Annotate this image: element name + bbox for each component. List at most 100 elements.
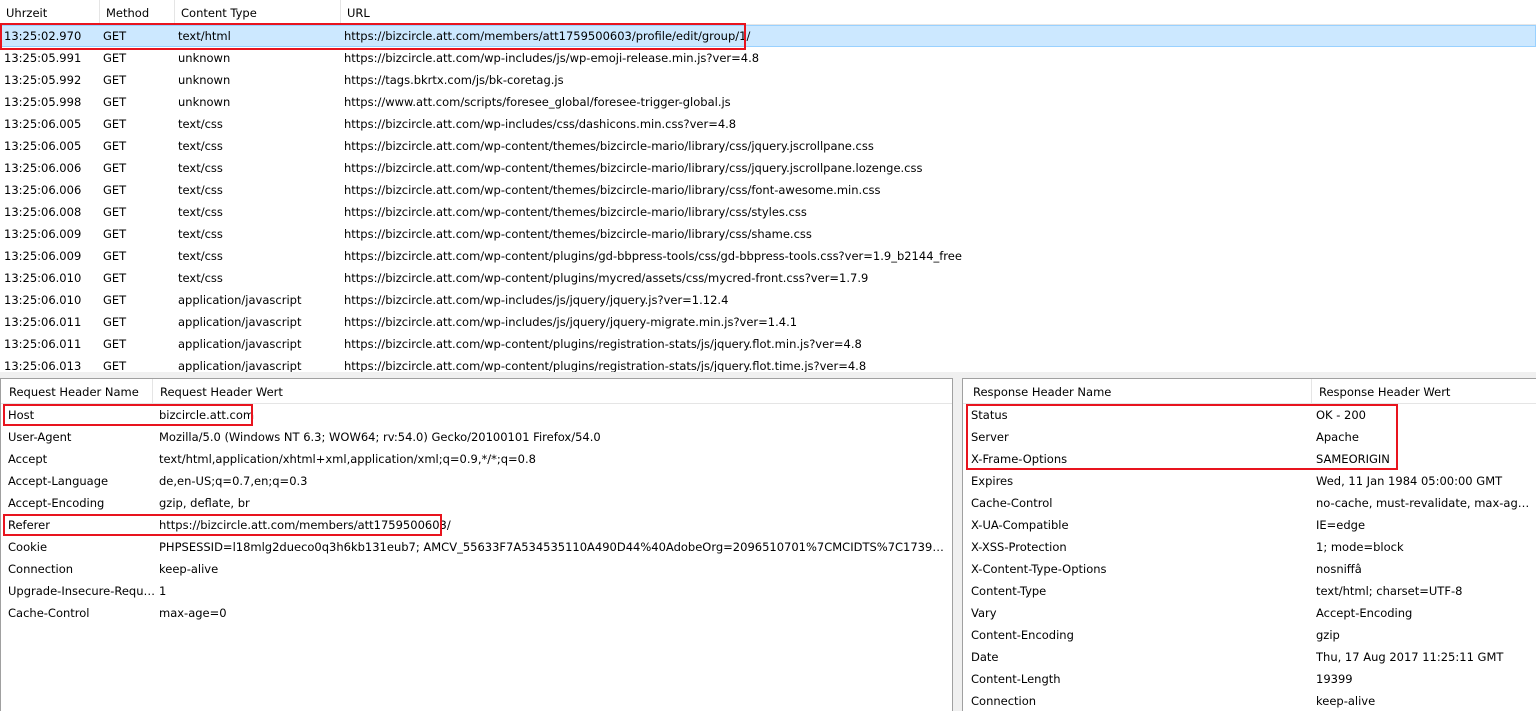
- request-row[interactable]: 13:25:06.005 GET text/css https://bizcircle…: [0, 135, 1536, 157]
- response-header-row[interactable]: Expires Wed, 11 Jan 1984 05:00:00 GMT: [963, 470, 1536, 492]
- response-header-row[interactable]: X-Content-Type-Options nosniffâ: [963, 558, 1536, 580]
- request-time: 13:25:06.008: [4, 205, 82, 219]
- request-header-name: Accept-Language: [8, 474, 109, 488]
- response-header-name: Date: [971, 650, 999, 664]
- request-header-name: Referer: [8, 518, 50, 532]
- request-url: https://bizcircle.att.com/wp-content/the…: [344, 139, 874, 153]
- request-header-name: Host: [8, 408, 35, 422]
- request-content-type: application/javascript: [178, 315, 302, 329]
- response-header-row[interactable]: Date Thu, 17 Aug 2017 11:25:11 GMT: [963, 646, 1536, 668]
- request-time: 13:25:06.006: [4, 161, 82, 175]
- request-content-type: unknown: [178, 73, 231, 87]
- response-header-name: Status: [971, 408, 1008, 422]
- request-row[interactable]: 13:25:06.011 GET application/javascript htt…: [0, 311, 1536, 333]
- column-header-response-header-name[interactable]: Response Header Name: [963, 379, 1312, 403]
- request-content-type: text/css: [178, 139, 223, 153]
- vertical-splitter[interactable]: [953, 378, 962, 711]
- response-header-name: X-XSS-Protection: [971, 540, 1067, 554]
- request-url: https://bizcircle.att.com/wp-content/the…: [344, 183, 881, 197]
- request-content-type: unknown: [178, 51, 231, 65]
- request-header-row[interactable]: Accept-Encoding gzip, deflate, br: [1, 492, 952, 514]
- request-url: https://bizcircle.att.com/wp-content/plu…: [344, 337, 862, 351]
- response-header-name: Content-Length: [971, 672, 1061, 686]
- request-method: GET: [103, 249, 127, 263]
- request-time: 13:25:06.009: [4, 249, 82, 263]
- column-header-response-header-value[interactable]: Response Header Wert: [1312, 379, 1536, 403]
- column-header-request-header-value[interactable]: Request Header Wert: [153, 379, 952, 403]
- request-time: 13:25:05.991: [4, 51, 82, 65]
- response-header-row[interactable]: X-UA-Compatible IE=edge: [963, 514, 1536, 536]
- request-time: 13:25:05.992: [4, 73, 82, 87]
- request-header-row[interactable]: Cookie PHPSESSID=l18mlg2dueco0q3h6kb131eu…: [1, 536, 952, 558]
- column-header-method[interactable]: Method: [100, 0, 175, 24]
- column-header-url[interactable]: URL: [341, 0, 1536, 24]
- request-time: 13:25:02.970: [4, 29, 82, 43]
- request-row[interactable]: 13:25:05.992 GET unknown https://tags.bkrtx…: [0, 69, 1536, 91]
- request-header-row[interactable]: Accept-Language de,en-US;q=0.7,en;q=0.3: [1, 470, 952, 492]
- request-row[interactable]: 13:25:02.970 GET text/html https://bizcircl…: [0, 25, 1536, 47]
- response-header-name: Content-Type: [971, 584, 1047, 598]
- request-header-row[interactable]: Host bizcircle.att.com: [1, 404, 952, 426]
- request-time: 13:25:06.010: [4, 293, 82, 307]
- request-url: https://www.att.com/scripts/foresee_glob…: [344, 95, 731, 109]
- request-content-type: text/css: [178, 249, 223, 263]
- request-time: 13:25:06.006: [4, 183, 82, 197]
- response-header-name: X-UA-Compatible: [971, 518, 1069, 532]
- request-header-value: 1: [159, 584, 167, 598]
- response-header-name: X-Frame-Options: [971, 452, 1068, 466]
- request-time: 13:25:06.009: [4, 227, 82, 241]
- request-row[interactable]: 13:25:06.005 GET text/css https://bizcircle…: [0, 113, 1536, 135]
- request-url: https://bizcircle.att.com/wp-content/plu…: [344, 359, 867, 373]
- request-list-header: Uhrzeit Method Content Type URL: [0, 0, 1536, 25]
- request-url: https://bizcircle.att.com/wp-includes/js…: [344, 315, 798, 329]
- response-header-row[interactable]: Content-Type text/html; charset=UTF-8: [963, 580, 1536, 602]
- response-header-name: Expires: [971, 474, 1014, 488]
- response-header-value: 19399: [1316, 672, 1353, 686]
- request-row[interactable]: 13:25:05.991 GET unknown https://bizcircle.…: [0, 47, 1536, 69]
- column-header-content-type[interactable]: Content Type: [175, 0, 341, 24]
- request-time: 13:25:06.005: [4, 139, 82, 153]
- request-row[interactable]: 13:25:06.009 GET text/css https://bizcircle…: [0, 223, 1536, 245]
- request-row[interactable]: 13:25:06.008 GET text/css https://bizcircle…: [0, 201, 1536, 223]
- request-time: 13:25:06.013: [4, 359, 82, 373]
- request-content-type: text/css: [178, 271, 223, 285]
- request-time: 13:25:06.011: [4, 315, 82, 329]
- response-header-row[interactable]: Content-Length 19399: [963, 668, 1536, 690]
- request-row[interactable]: 13:25:06.010 GET application/javascript htt…: [0, 289, 1536, 311]
- request-time: 13:25:05.998: [4, 95, 82, 109]
- request-row[interactable]: 13:25:06.011 GET application/javascript htt…: [0, 333, 1536, 355]
- request-row[interactable]: 13:25:06.013 GET application/javascript htt…: [0, 355, 1536, 373]
- response-header-name: Connection: [971, 694, 1037, 708]
- response-header-row[interactable]: Connection keep-alive: [963, 690, 1536, 711]
- response-header-value: gzip: [1316, 628, 1340, 642]
- response-header-value: no-cache, must-revalidate, max-age=0: [1316, 496, 1536, 510]
- request-header-name: Accept-Encoding: [8, 496, 105, 510]
- request-header-row[interactable]: User-Agent Mozilla/5.0 (Windows NT 6.3; W…: [1, 426, 952, 448]
- response-header-row[interactable]: Vary Accept-Encoding: [963, 602, 1536, 624]
- response-header-row[interactable]: Status OK - 200: [963, 404, 1536, 426]
- request-header-row[interactable]: Upgrade-Insecure-Requests 1: [1, 580, 952, 602]
- request-header-value: max-age=0: [159, 606, 227, 620]
- column-header-uhrzeit[interactable]: Uhrzeit: [0, 0, 100, 24]
- response-header-row[interactable]: Cache-Control no-cache, must-revalidate, …: [963, 492, 1536, 514]
- request-header-row[interactable]: Connection keep-alive: [1, 558, 952, 580]
- request-header-row[interactable]: Referer https://bizcircle.att.com/members…: [1, 514, 952, 536]
- request-header-name: Connection: [8, 562, 74, 576]
- response-header-row[interactable]: X-XSS-Protection 1; mode=block: [963, 536, 1536, 558]
- request-header-row[interactable]: Accept text/html,application/xhtml+xml,ap…: [1, 448, 952, 470]
- request-time: 13:25:06.011: [4, 337, 82, 351]
- request-row[interactable]: 13:25:05.998 GET unknown https://www.att.co…: [0, 91, 1536, 113]
- response-header-row[interactable]: Content-Encoding gzip: [963, 624, 1536, 646]
- request-content-type: unknown: [178, 95, 231, 109]
- request-row[interactable]: 13:25:06.010 GET text/css https://bizcircle…: [0, 267, 1536, 289]
- request-url: https://bizcircle.att.com/wp-content/plu…: [344, 249, 962, 263]
- column-header-request-header-name[interactable]: Request Header Name: [1, 379, 153, 403]
- response-header-row[interactable]: X-Frame-Options SAMEORIGIN: [963, 448, 1536, 470]
- request-content-type: text/css: [178, 227, 223, 241]
- request-list-table: Uhrzeit Method Content Type URL 13:25:02…: [0, 0, 1536, 373]
- request-row[interactable]: 13:25:06.006 GET text/css https://bizcircle…: [0, 157, 1536, 179]
- response-header-row[interactable]: Server Apache: [963, 426, 1536, 448]
- request-row[interactable]: 13:25:06.006 GET text/css https://bizcircle…: [0, 179, 1536, 201]
- request-row[interactable]: 13:25:06.009 GET text/css https://bizcircle…: [0, 245, 1536, 267]
- request-header-row[interactable]: Cache-Control max-age=0: [1, 602, 952, 624]
